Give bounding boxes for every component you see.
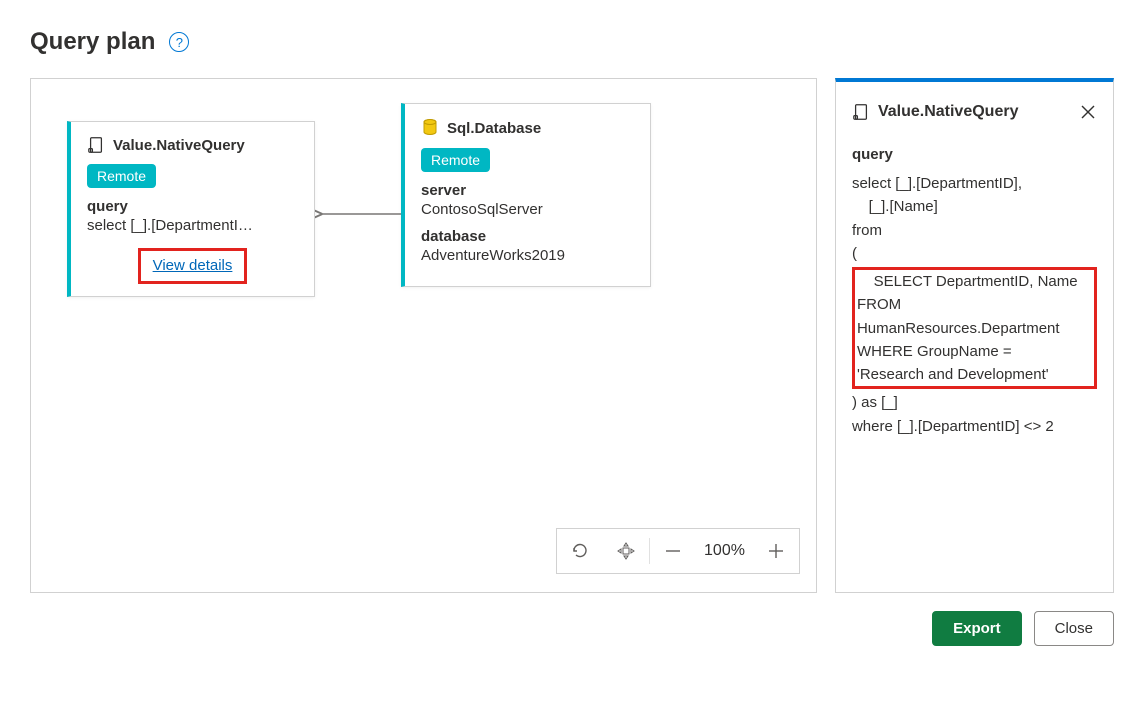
node-title: Sql.Database	[447, 120, 541, 137]
database-icon	[421, 118, 439, 138]
remote-badge: Remote	[421, 148, 490, 172]
zoom-toolbar: 100%	[556, 528, 800, 574]
query-label: query	[87, 198, 298, 215]
zoom-in-button[interactable]	[753, 529, 799, 573]
details-query-label: query	[852, 143, 1097, 166]
remote-badge: Remote	[87, 164, 156, 188]
reset-zoom-button[interactable]	[557, 529, 603, 573]
server-value: ContosoSqlServer	[421, 201, 634, 218]
node-sql-database[interactable]: Sql.Database Remote server ContosoSqlSer…	[401, 103, 651, 287]
close-panel-button[interactable]	[1079, 103, 1097, 121]
query-value: select [_].[DepartmentI…	[87, 217, 277, 234]
node-value-nativequery[interactable]: Value.NativeQuery Remote query select [_…	[67, 121, 315, 297]
details-title: Value.NativeQuery	[878, 100, 1019, 125]
view-details-link[interactable]: View details	[153, 257, 233, 274]
script-icon	[852, 103, 870, 121]
minus-icon	[664, 542, 682, 560]
node-title: Value.NativeQuery	[113, 137, 245, 154]
zoom-level: 100%	[696, 542, 753, 560]
export-button[interactable]: Export	[932, 611, 1022, 646]
query-plan-canvas[interactable]: Value.NativeQuery Remote query select [_…	[30, 78, 817, 593]
plus-icon	[767, 542, 785, 560]
details-panel: Value.NativeQuery query select [_].[Depa…	[835, 78, 1114, 593]
undo-icon	[570, 541, 590, 561]
fit-to-screen-button[interactable]	[603, 529, 649, 573]
page-title: Query plan	[30, 28, 155, 56]
zoom-out-button[interactable]	[650, 529, 696, 573]
pan-icon	[616, 541, 636, 561]
close-button[interactable]: Close	[1034, 611, 1114, 646]
script-icon	[87, 136, 105, 154]
database-label: database	[421, 228, 634, 245]
close-icon	[1081, 105, 1095, 119]
server-label: server	[421, 182, 634, 199]
database-value: AdventureWorks2019	[421, 247, 634, 264]
details-query-text: select [_].[DepartmentID], [_].[Name] fr…	[852, 172, 1097, 438]
help-icon[interactable]: ?	[169, 32, 189, 52]
